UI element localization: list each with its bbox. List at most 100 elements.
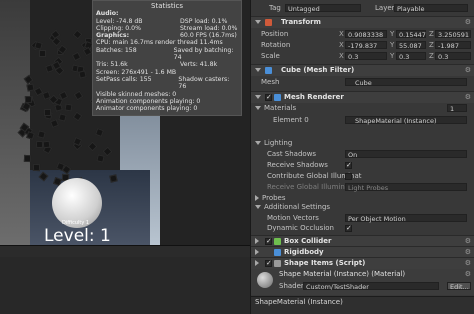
mesh-field[interactable]: Cube [345, 78, 467, 87]
transform-header[interactable]: Transform ⚙ [251, 16, 474, 28]
cube [96, 153, 106, 163]
mesh-renderer-header[interactable]: Mesh Renderer ⚙ [251, 91, 474, 103]
cube [49, 119, 59, 129]
materials-count[interactable]: 1 [447, 104, 467, 113]
additional-settings-label: Additional Settings [264, 203, 331, 211]
rotation-x[interactable]: -179.837 [345, 41, 387, 50]
expand-icon [255, 68, 261, 72]
collapsed-icon [255, 249, 259, 255]
mesh-renderer-title: Mesh Renderer [284, 93, 344, 101]
position-z[interactable]: 3.250591 [435, 30, 471, 39]
scale-label: Scale [261, 52, 280, 60]
cube [26, 130, 36, 140]
enabled-checkbox[interactable] [265, 92, 272, 103]
mesh-filter-icon [265, 67, 272, 74]
cube [33, 164, 41, 172]
gear-icon[interactable]: ⚙ [465, 92, 471, 103]
rotation-z[interactable]: -1.987 [435, 41, 471, 50]
enabled-checkbox[interactable] [265, 258, 272, 269]
receive-shadows-checkbox[interactable] [345, 160, 352, 171]
cube [72, 29, 83, 40]
cube [23, 154, 32, 162]
x-label: X [339, 52, 344, 60]
layer-label: Layer [375, 4, 395, 12]
dynamic-occlusion-label: Dynamic Occlusion [267, 224, 334, 232]
rotation-row: Rotation X -179.837 Y 55.087 Z -1.987 [251, 40, 474, 51]
cube [24, 95, 33, 104]
shader-label: Shader [279, 282, 304, 290]
animation-playing: Animation components playing: 0 [96, 97, 201, 105]
receive-shadows-label: Receive Shadows [267, 161, 328, 169]
transform-title: Transform [281, 18, 321, 26]
screen-stats: Screen: 276x491 - 1.6 MB [96, 68, 177, 76]
rotation-y[interactable]: 55.087 [396, 41, 426, 50]
position-x[interactable]: 0.9083338 [345, 30, 387, 39]
enabled-checkbox[interactable] [265, 236, 272, 247]
lighting-row[interactable]: Lighting [251, 138, 474, 149]
gear-icon[interactable]: ⚙ [465, 65, 471, 76]
x-label: X [339, 30, 344, 38]
element-row: Element 0 ShapeMaterial (Instance) [251, 115, 474, 126]
additional-settings-row[interactable]: Additional Settings [251, 202, 474, 213]
stream-load: Stream load: 0.0% [180, 24, 238, 32]
position-label: Position [261, 30, 289, 38]
contribute-gi-checkbox[interactable] [345, 173, 352, 180]
gear-icon[interactable]: ⚙ [465, 258, 471, 269]
shader-dropdown[interactable]: Custom/TestShader [303, 282, 439, 291]
transform-icon [265, 19, 272, 26]
collapsed-icon [255, 238, 259, 244]
lighting-label: Lighting [264, 139, 293, 147]
contribute-gi-row: Contribute Global Illuminat [251, 171, 474, 182]
position-row: Position X 0.9083338 Y 0.15447 Z 3.25059… [251, 29, 474, 40]
cube [73, 90, 83, 101]
y-label: Y [390, 52, 395, 60]
tag-label: Tag [269, 4, 281, 12]
preview-bar[interactable]: ShapeMaterial (Instance) [251, 296, 474, 314]
cube [78, 69, 87, 79]
edit-shader-button[interactable]: Edit... [447, 282, 471, 291]
gear-icon[interactable]: ⚙ [465, 17, 471, 28]
cast-shadows-dropdown[interactable]: On [345, 150, 467, 159]
rotation-label: Rotation [261, 41, 291, 49]
material-section[interactable]: Shape Material (Instance) (Material) Sha… [251, 269, 474, 295]
cube [58, 113, 67, 122]
receive-shadows-row: Receive Shadows [251, 160, 474, 171]
scale-x[interactable]: 0.3 [345, 52, 387, 61]
rigidbody-icon [274, 249, 281, 256]
shape-items-header[interactable]: Shape Items (Script) ⚙ [251, 257, 474, 269]
mesh-filter-header[interactable]: Cube (Mesh Filter) ⚙ [251, 64, 474, 76]
fps: 60.0 FPS (16.7ms) [180, 32, 237, 40]
dsp-load: DSP load: 0.1% [180, 17, 228, 25]
position-y[interactable]: 0.15447 [396, 30, 426, 39]
expand-icon [255, 20, 261, 24]
skinned-meshes: Visible skinned meshes: 0 [96, 90, 177, 98]
expand-icon [255, 141, 261, 145]
receive-gi-dropdown: Light Probes [345, 183, 467, 192]
materials-row[interactable]: Materials 1 [251, 103, 474, 114]
cast-shadows-label: Cast Shadows [267, 150, 317, 158]
inspector-panel[interactable]: Tag Untagged Layer Playable Transform ⚙ … [250, 0, 474, 314]
gear-icon[interactable]: ⚙ [465, 270, 471, 278]
mesh-row: Mesh Cube [251, 77, 474, 88]
dynamic-occlusion-row: Dynamic Occlusion [251, 223, 474, 234]
scale-z[interactable]: 0.3 [435, 52, 471, 61]
expand-icon [255, 205, 261, 209]
script-icon [274, 260, 281, 267]
scale-y[interactable]: 0.3 [396, 52, 426, 61]
probes-label: Probes [262, 194, 286, 202]
collapsed-icon [255, 260, 259, 266]
element-field[interactable]: ShapeMaterial (Instance) [345, 116, 467, 125]
z-label: Z [429, 30, 434, 38]
tag-layer-row: Tag Untagged Layer Playable [251, 3, 474, 14]
cube [39, 50, 47, 58]
cube [71, 51, 82, 62]
motion-vectors-dropdown[interactable]: Per Object Motion [345, 214, 467, 223]
dynamic-occlusion-checkbox[interactable] [345, 223, 352, 234]
layer-dropdown[interactable]: Playable [394, 4, 468, 13]
stats-title: Statistics [151, 2, 183, 10]
left-wall [0, 0, 30, 245]
material-title: Shape Material (Instance) (Material) [279, 270, 406, 278]
bottom-panel[interactable] [0, 257, 250, 314]
mesh-label: Mesh [261, 78, 280, 86]
tag-dropdown[interactable]: Untagged [285, 4, 361, 13]
